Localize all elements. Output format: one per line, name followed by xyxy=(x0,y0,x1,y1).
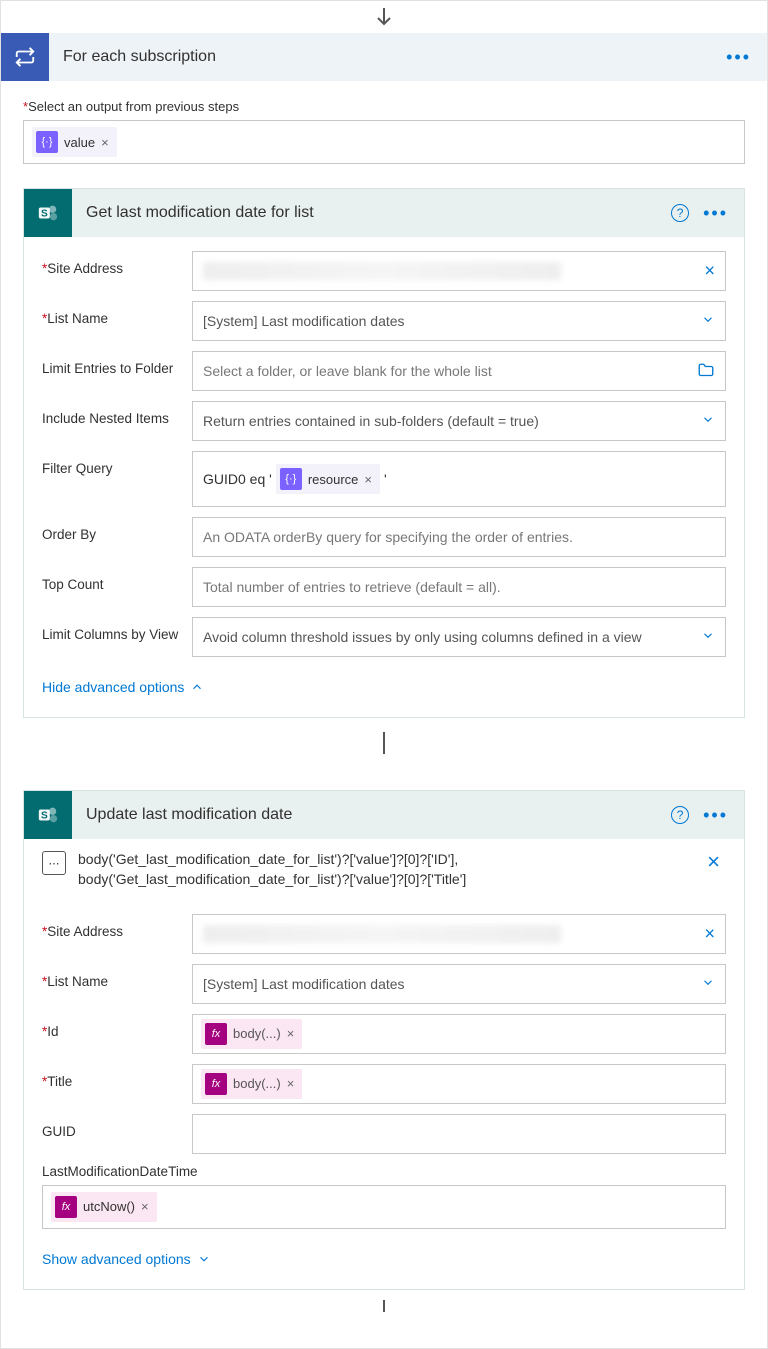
top-count-input[interactable]: Total number of entries to retrieve (def… xyxy=(192,567,726,607)
chevron-down-icon[interactable] xyxy=(701,413,715,430)
loop-icon xyxy=(1,33,49,81)
top-count-label: Top Count xyxy=(42,567,192,592)
body-id-token[interactable]: fx body(...) × xyxy=(201,1019,302,1049)
order-by-input[interactable]: An ODATA orderBy query for specifying th… xyxy=(192,517,726,557)
resource-token[interactable]: {·} resource × xyxy=(276,464,380,494)
chevron-down-icon[interactable] xyxy=(701,629,715,646)
foreach-title: For each subscription xyxy=(49,48,710,66)
value-token[interactable]: {·} value × xyxy=(32,127,117,157)
guid-input[interactable] xyxy=(192,1114,726,1154)
remove-token-icon[interactable]: × xyxy=(101,135,109,150)
remove-token-icon[interactable]: × xyxy=(364,472,372,487)
foreach-header[interactable]: For each subscription ••• xyxy=(1,33,767,81)
get-last-menu-icon[interactable]: ••• xyxy=(703,204,728,222)
select-output-label: *Select an output from previous steps xyxy=(23,99,745,114)
order-by-label: Order By xyxy=(42,517,192,542)
id-label: *Id xyxy=(42,1014,192,1039)
id-input[interactable]: fx body(...) × xyxy=(192,1014,726,1054)
peek-code-icon: ⋯ xyxy=(42,851,66,875)
foreach-body: *Select an output from previous steps {·… xyxy=(1,81,767,1348)
limit-columns-input[interactable]: Avoid column threshold issues by only us… xyxy=(192,617,726,657)
filter-query-input[interactable]: GUID0 eq ' {·} resource × ' xyxy=(192,451,726,507)
list-name-label-2: *List Name xyxy=(42,964,192,989)
guid-label: GUID xyxy=(42,1114,192,1139)
arrow-connector xyxy=(23,1290,745,1326)
body-title-token[interactable]: fx body(...) × xyxy=(201,1069,302,1099)
hide-advanced-toggle[interactable]: Hide advanced options xyxy=(42,667,726,699)
get-last-card: S Get last modification date for list ? … xyxy=(23,188,745,718)
arrow-connector xyxy=(1,1,767,33)
clear-icon[interactable]: × xyxy=(704,923,715,944)
include-nested-input[interactable]: Return entries contained in sub-folders … xyxy=(192,401,726,441)
chevron-down-icon[interactable] xyxy=(701,975,715,992)
update-last-title: Update last modification date xyxy=(72,806,655,824)
lastmod-label: LastModificationDateTime xyxy=(42,1164,726,1179)
fx-icon: fx xyxy=(205,1073,227,1095)
update-last-menu-icon[interactable]: ••• xyxy=(703,806,728,824)
show-advanced-toggle[interactable]: Show advanced options xyxy=(42,1239,726,1271)
list-name-label: *List Name xyxy=(42,301,192,326)
list-name-input[interactable]: [System] Last modification dates xyxy=(192,301,726,341)
site-address-label: *Site Address xyxy=(42,251,192,276)
help-icon[interactable]: ? xyxy=(671,806,689,824)
chevron-down-icon[interactable] xyxy=(701,313,715,330)
update-last-card: S Update last modification date ? ••• ⋯ … xyxy=(23,790,745,1290)
dynamic-content-icon: {·} xyxy=(280,468,302,490)
list-name-input-2[interactable]: [System] Last modification dates xyxy=(192,964,726,1004)
title-input[interactable]: fx body(...) × xyxy=(192,1064,726,1104)
limit-folder-input[interactable]: Select a folder, or leave blank for the … xyxy=(192,351,726,391)
remove-token-icon[interactable]: × xyxy=(141,1199,149,1214)
flow-canvas: For each subscription ••• *Select an out… xyxy=(0,0,768,1349)
site-address-input[interactable]: × xyxy=(192,251,726,291)
fx-icon: fx xyxy=(55,1196,77,1218)
remove-token-icon[interactable]: × xyxy=(287,1026,295,1041)
dynamic-content-icon: {·} xyxy=(36,131,58,153)
site-address-input-2[interactable]: × xyxy=(192,914,726,954)
svg-text:S: S xyxy=(41,209,48,220)
expression-display: ⋯ body('Get_last_modification_date_for_l… xyxy=(24,839,744,900)
include-nested-label: Include Nested Items xyxy=(42,401,192,426)
get-last-title: Get last modification date for list xyxy=(72,204,655,222)
update-last-header[interactable]: S Update last modification date ? ••• xyxy=(24,791,744,839)
help-icon[interactable]: ? xyxy=(671,204,689,222)
get-last-header[interactable]: S Get last modification date for list ? … xyxy=(24,189,744,237)
arrow-connector xyxy=(23,718,745,766)
select-output-input[interactable]: {·} value × xyxy=(23,120,745,164)
filter-query-label: Filter Query xyxy=(42,451,192,476)
clear-icon[interactable]: × xyxy=(704,261,715,282)
lastmod-input[interactable]: fx utcNow() × xyxy=(42,1185,726,1229)
limit-folder-label: Limit Entries to Folder xyxy=(42,351,192,376)
title-label: *Title xyxy=(42,1064,192,1089)
foreach-menu-icon[interactable]: ••• xyxy=(726,48,751,66)
sharepoint-icon: S xyxy=(24,791,72,839)
site-address-label-2: *Site Address xyxy=(42,914,192,939)
folder-icon[interactable] xyxy=(697,362,715,381)
remove-token-icon[interactable]: × xyxy=(287,1076,295,1091)
svg-text:S: S xyxy=(41,811,48,822)
sharepoint-icon: S xyxy=(24,189,72,237)
limit-columns-label: Limit Columns by View xyxy=(42,617,192,642)
close-peek-icon[interactable]: × xyxy=(701,849,726,875)
fx-icon: fx xyxy=(205,1023,227,1045)
utcnow-token[interactable]: fx utcNow() × xyxy=(51,1192,157,1222)
